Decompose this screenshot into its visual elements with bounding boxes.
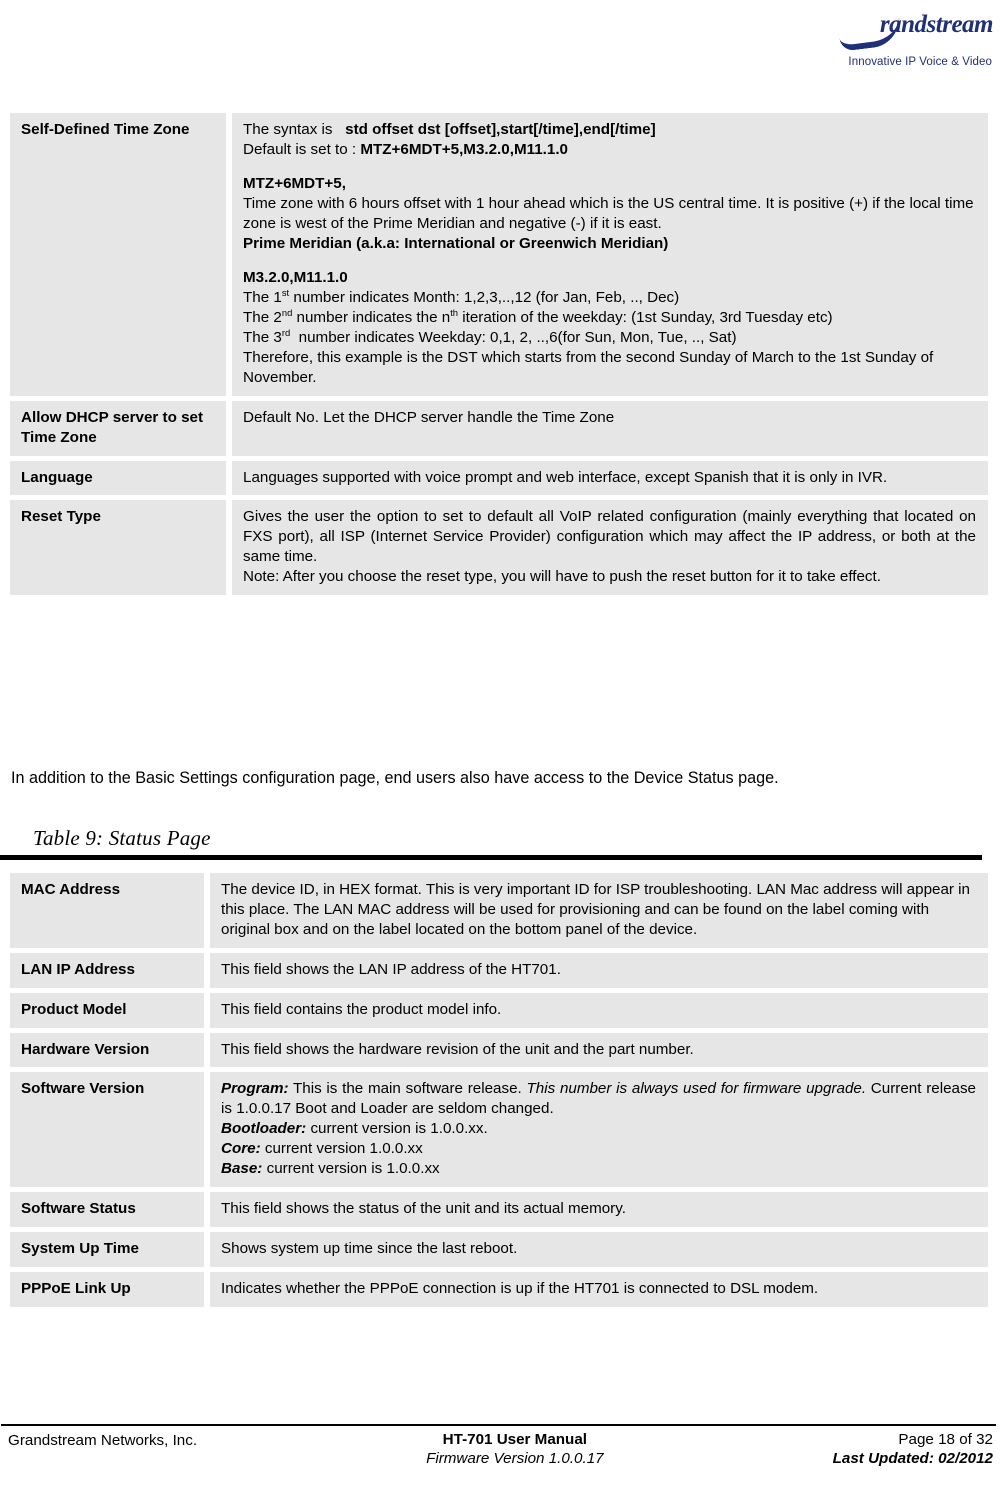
description-text: Gives the user the option to set to defa… bbox=[243, 508, 976, 566]
bootloader-line: Bootloader: current version is 1.0.0.xx. bbox=[221, 1119, 976, 1139]
footer-rule bbox=[1, 1424, 996, 1426]
grandstream-logo: randstream Innovative IP Voice & Video bbox=[837, 4, 994, 78]
footer-page-number: Page 18 of 32 bbox=[898, 1431, 993, 1448]
blank-line-2 bbox=[243, 254, 976, 268]
page-header: randstream Innovative IP Voice & Video bbox=[0, 0, 1001, 92]
row-description: This field contains the product model in… bbox=[210, 992, 988, 1028]
dst-conclusion: Therefore, this example is the DST which… bbox=[243, 348, 934, 386]
row-label: Self-Defined Time Zone bbox=[10, 113, 232, 396]
bootloader-text: current version is 1.0.0.xx. bbox=[306, 1120, 488, 1138]
row-description: Indicates whether the PPPoE connection i… bbox=[210, 1271, 988, 1307]
table-row: Language Languages supported with voice … bbox=[10, 460, 988, 496]
footer-content: Grandstream Networks, Inc. HT-701 User M… bbox=[8, 1431, 993, 1467]
row-description: Gives the user the option to set to defa… bbox=[232, 500, 988, 596]
row-label: Software Status bbox=[10, 1191, 210, 1227]
row-description: This field shows the status of the unit … bbox=[210, 1191, 988, 1227]
base-line: Base: current version is 1.0.0.xx bbox=[221, 1159, 976, 1179]
description-text: Default No. Let the DHCP server handle t… bbox=[243, 408, 615, 426]
row-description: This field shows the hardware revision o… bbox=[210, 1032, 988, 1068]
table-row: PPPoE Link Up Indicates whether the PPPo… bbox=[10, 1271, 988, 1307]
row-label: Language bbox=[10, 460, 232, 496]
row-description: Shows system up time since the last rebo… bbox=[210, 1231, 988, 1267]
core-key: Core: bbox=[221, 1140, 261, 1158]
bootloader-key: Bootloader: bbox=[221, 1120, 307, 1138]
syntax-value: std offset dst [offset],start[/time],end… bbox=[345, 121, 656, 138]
m320-heading: M3.2.0,M11.1.0 bbox=[243, 269, 348, 287]
row-description: This field shows the LAN IP address of t… bbox=[210, 952, 988, 988]
program-italic: This number is always used for firmware … bbox=[526, 1080, 867, 1098]
row-description: The device ID, in HEX format. This is ve… bbox=[210, 873, 988, 948]
table-row: Reset Type Gives the user the option to … bbox=[10, 500, 988, 596]
table-caption: Table 9: Status Page bbox=[33, 826, 211, 850]
table-row: Software Status This field shows the sta… bbox=[10, 1191, 988, 1227]
row-description: Languages supported with voice prompt an… bbox=[232, 460, 988, 496]
row-label: Product Model bbox=[10, 992, 210, 1028]
body-paragraph: In addition to the Basic Settings config… bbox=[11, 769, 779, 787]
mtz-heading: MTZ+6MDT+5, bbox=[243, 175, 346, 193]
table-row: LAN IP Address This field shows the LAN … bbox=[10, 952, 988, 988]
second-number-line: The 2nd number indicates the nth iterati… bbox=[243, 307, 833, 327]
row-label: PPPoE Link Up bbox=[10, 1271, 210, 1307]
ordinal-suffix: st bbox=[281, 287, 290, 299]
default-value: MTZ+6MDT+5,M3.2.0,M11.1.0 bbox=[360, 140, 568, 158]
row-description: Default No. Let the DHCP server handle t… bbox=[232, 400, 988, 456]
row-label: Reset Type bbox=[10, 500, 232, 596]
core-text: current version 1.0.0.xx bbox=[260, 1140, 423, 1158]
table-row: Self-Defined Time Zone The syntax is std… bbox=[10, 113, 988, 396]
document-page: randstream Innovative IP Voice & Video S… bbox=[0, 0, 1001, 1491]
logo-wordmark: randstream bbox=[879, 11, 994, 38]
base-key: Base: bbox=[221, 1160, 263, 1178]
footer-right: Page 18 of 32 Last Updated: 02/2012 bbox=[833, 1431, 993, 1467]
default-line: Default is set to : MTZ+6MDT+5,M3.2.0,M1… bbox=[243, 140, 568, 158]
ordinal-suffix: th bbox=[450, 307, 459, 319]
table-row: Product Model This field contains the pr… bbox=[10, 992, 988, 1028]
program-key: Program: bbox=[221, 1080, 289, 1098]
row-label: Allow DHCP server to set Time Zone bbox=[10, 400, 232, 456]
table-row: Allow DHCP server to set Time Zone Defau… bbox=[10, 400, 988, 456]
footer-last-updated: Last Updated: 02/2012 bbox=[832, 1450, 993, 1467]
syntax-line: The syntax is std offset dst [offset],st… bbox=[243, 121, 656, 138]
program-line: Program: This is the main software relea… bbox=[221, 1079, 976, 1119]
footer-company: Grandstream Networks, Inc. bbox=[8, 1432, 198, 1449]
logo-mark: randstream bbox=[837, 4, 994, 58]
table-row: MAC Address The device ID, in HEX format… bbox=[10, 873, 988, 948]
table-row: System Up Time Shows system up time sinc… bbox=[10, 1231, 988, 1267]
row-label: LAN IP Address bbox=[10, 952, 210, 988]
description-note: Note: After you choose the reset type, y… bbox=[243, 568, 881, 586]
ordinal-suffix: nd bbox=[281, 307, 293, 319]
footer-manual-title: HT-701 User Manual bbox=[442, 1431, 588, 1448]
footer-center: HT-701 User Manual Firmware Version 1.0.… bbox=[197, 1431, 833, 1467]
row-label: Hardware Version bbox=[10, 1032, 210, 1068]
third-number-line: The 3rd number indicates Weekday: 0,1, 2… bbox=[243, 326, 737, 347]
row-label: MAC Address bbox=[10, 873, 210, 948]
settings-table: Self-Defined Time Zone The syntax is std… bbox=[10, 108, 988, 600]
prime-meridian-note: Prime Meridian (a.k.a: International or … bbox=[243, 234, 669, 252]
caption-rule bbox=[0, 855, 982, 860]
row-description: The syntax is std offset dst [offset],st… bbox=[232, 113, 988, 396]
logo-tagline: Innovative IP Voice & Video bbox=[848, 56, 992, 68]
program-text-1: This is the main software release. bbox=[288, 1080, 527, 1098]
ordinal-suffix: rd bbox=[281, 326, 291, 338]
first-number-line: The 1st number indicates Month: 1,2,3,..… bbox=[243, 287, 680, 307]
table-row: Hardware Version This field shows the ha… bbox=[10, 1032, 988, 1068]
status-table: MAC Address The device ID, in HEX format… bbox=[10, 868, 988, 1312]
core-line: Core: current version 1.0.0.xx bbox=[221, 1139, 976, 1159]
row-label: System Up Time bbox=[10, 1231, 210, 1267]
row-description: Program: This is the main software relea… bbox=[210, 1072, 988, 1187]
row-label: Software Version bbox=[10, 1072, 210, 1187]
table-row: Software Version Program: This is the ma… bbox=[10, 1072, 988, 1187]
base-text: current version is 1.0.0.xx bbox=[262, 1160, 440, 1178]
footer-firmware-version: Firmware Version 1.0.0.17 bbox=[426, 1450, 604, 1467]
mtz-explanation: Time zone with 6 hours offset with 1 hou… bbox=[243, 195, 974, 233]
